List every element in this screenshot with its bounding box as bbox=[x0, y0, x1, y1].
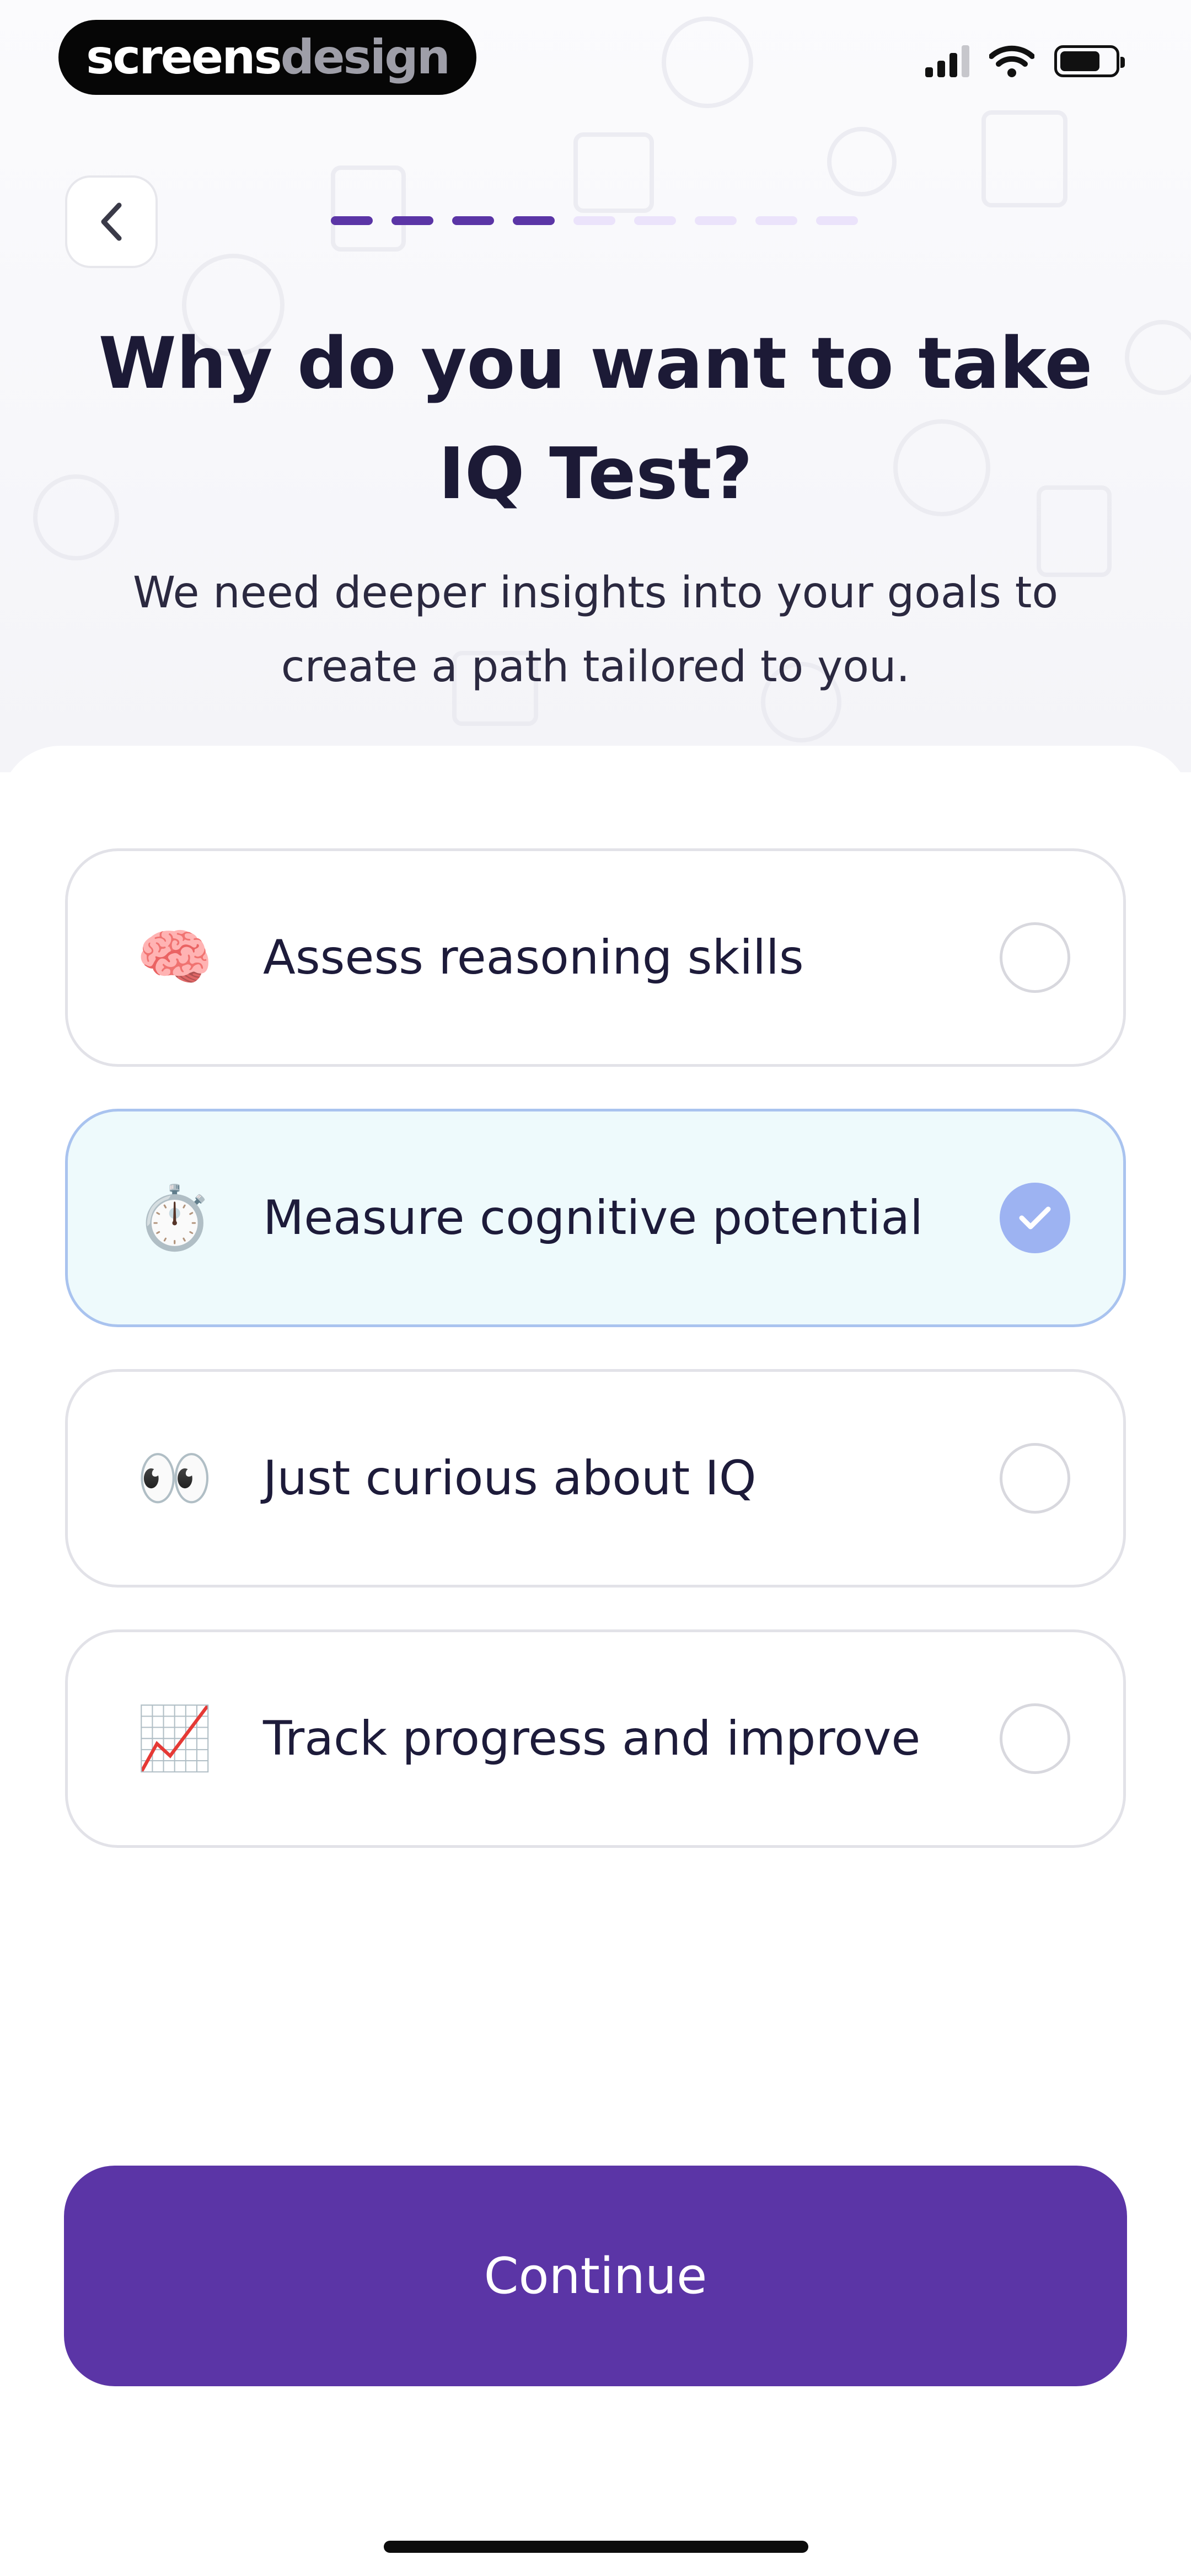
page-subtitle: We need deeper insights into your goals … bbox=[132, 568, 1059, 692]
option-track-progress[interactable]: 📈 Track progress and improve bbox=[65, 1629, 1126, 1848]
battery-icon bbox=[1054, 45, 1125, 77]
brand-text-gray: design bbox=[280, 30, 450, 85]
progress-segment-pending bbox=[573, 216, 615, 225]
progress-segment-pending bbox=[755, 216, 797, 225]
home-indicator bbox=[384, 2541, 808, 2553]
chart-increasing-icon: 📈 bbox=[136, 1703, 213, 1775]
progress-segment-pending bbox=[695, 216, 737, 225]
radio-unchecked[interactable] bbox=[1000, 1443, 1070, 1514]
option-label: Just curious about IQ bbox=[263, 1451, 757, 1506]
progress-segment-complete bbox=[513, 216, 555, 225]
progress-segment-complete bbox=[391, 216, 433, 225]
brand-text-white: screens bbox=[86, 30, 282, 85]
cellular-signal-icon bbox=[925, 45, 969, 77]
checkmark-icon bbox=[1019, 1206, 1051, 1230]
radio-unchecked[interactable] bbox=[1000, 922, 1070, 993]
page-title: Why do you want to take IQ Test? bbox=[98, 323, 1093, 515]
progress-segment-complete bbox=[331, 216, 373, 225]
radio-unchecked[interactable] bbox=[1000, 1703, 1070, 1774]
chevron-left-icon bbox=[101, 202, 122, 241]
eyes-icon: 👀 bbox=[136, 1442, 213, 1514]
radio-checked[interactable] bbox=[1000, 1183, 1070, 1253]
brain-icon: 🧠 bbox=[136, 922, 213, 993]
option-just-curious[interactable]: 👀 Just curious about IQ bbox=[65, 1369, 1126, 1588]
option-measure-cognitive[interactable]: ⏱️ Measure cognitive potential bbox=[65, 1109, 1126, 1327]
option-label: Track progress and improve bbox=[263, 1711, 921, 1766]
progress-segment-pending bbox=[634, 216, 676, 225]
option-assess-reasoning[interactable]: 🧠 Assess reasoning skills bbox=[65, 848, 1126, 1067]
wifi-icon bbox=[989, 45, 1034, 77]
option-label: Assess reasoning skills bbox=[263, 930, 804, 985]
step-progress bbox=[331, 216, 858, 225]
screensdesign-watermark: screens design bbox=[58, 20, 476, 95]
progress-segment-complete bbox=[452, 216, 494, 225]
back-button[interactable] bbox=[65, 175, 158, 268]
status-icons bbox=[925, 44, 1125, 78]
progress-segment-pending bbox=[816, 216, 858, 225]
continue-button[interactable]: Continue bbox=[64, 2166, 1127, 2386]
stopwatch-icon: ⏱️ bbox=[136, 1182, 213, 1254]
option-label: Measure cognitive potential bbox=[263, 1190, 924, 1246]
